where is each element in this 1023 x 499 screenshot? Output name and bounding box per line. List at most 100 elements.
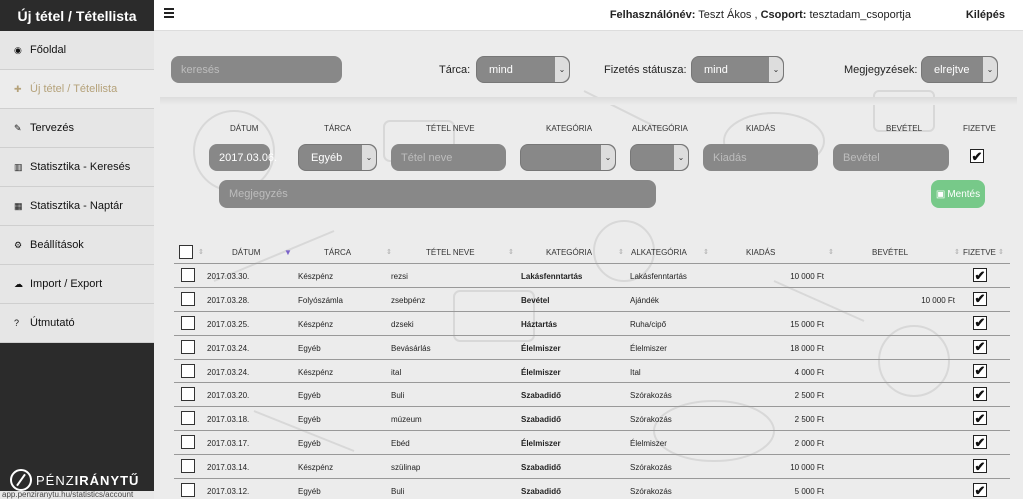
date-input[interactable]: 2017.03.06. [209,144,277,171]
sort-desc-icon[interactable]: ▼ [284,248,292,257]
paid-checkbox[interactable]: ✔ [970,149,984,163]
sort-icon[interactable]: ⇕ [508,248,514,256]
row-select-checkbox[interactable] [181,291,195,306]
sidebar-item-label: Beállítások [30,239,84,251]
table-row[interactable]: 2017.03.18. Egyéb múzeum Szabadidő Szórakozá… [174,407,1010,432]
payment-filter-select[interactable]: mind ⌄ [691,56,784,83]
hamburger-menu-icon[interactable] [164,8,174,20]
wallet-select-value: Egyéb [311,151,343,164]
sort-icon[interactable]: ⇕ [703,248,709,256]
row-paid-checkbox[interactable]: ✔ [973,315,987,330]
logout-link[interactable]: Kilépés [966,9,1005,21]
row-select-checkbox[interactable] [181,435,195,450]
row-paid-checkbox[interactable]: ✔ [973,459,987,474]
col-category[interactable]: KATEGÓRIA [546,248,592,257]
sidebar-item-5[interactable]: ⚙ Beállítások [0,226,154,265]
chevron-down-icon: ⌄ [769,57,783,82]
row-paid-checkbox[interactable]: ✔ [973,268,987,282]
notes-filter-select[interactable]: elrejtve ⌄ [921,56,998,83]
table-row[interactable]: 2017.03.20. Egyéb Buli Szabadidő Szórakozás 2… [174,383,1010,408]
sidebar-item-7[interactable]: ? Útmutató [0,304,154,343]
note-input[interactable]: Megjegyzés [219,180,656,208]
chevron-down-icon: ⌄ [601,145,615,170]
check-icon: ✔ [974,267,986,283]
form-header-date: DÁTUM [230,124,259,133]
dashboard-icon: ◉ [14,44,22,55]
sidebar-item-4[interactable]: ▦ Statisztika - Naptár [0,187,154,226]
logo-text-pénz: PÉNZ [36,472,75,488]
table-row[interactable]: 2017.03.17. Egyéb Ebéd Élelmiszer Élelmiszer… [174,431,1010,456]
row-paid-checkbox[interactable]: ✔ [973,387,987,402]
expense-input[interactable]: Kiadás [703,144,818,171]
subcategory-select[interactable]: ⌄ [630,144,689,171]
table-row[interactable]: 2017.03.25. Készpénz dzseki Háztartás Ruha/c… [174,312,1010,336]
income-input[interactable]: Bevétel [833,144,949,171]
row-paid-checkbox[interactable]: ✔ [973,363,987,379]
table-row[interactable]: 2017.03.28. Folyószámla zsebpénz Bevétel Ajá… [174,288,1010,312]
cell-date: 2017.03.14. [207,463,250,473]
row-select-checkbox[interactable] [181,483,195,498]
col-expense[interactable]: KIADÁS [746,248,775,257]
row-select-checkbox[interactable] [181,363,195,378]
row-select-checkbox[interactable] [181,459,195,474]
sort-icon[interactable]: ⇕ [954,248,960,256]
check-icon: ✔ [974,363,986,379]
wallet-select[interactable]: Egyéb ⌄ [298,144,377,171]
wallet-filter-label: Tárca: [439,64,471,76]
sidebar-item-1[interactable]: ✚ Új tétel / Tétellista [0,70,154,109]
table-header: ⇕ DÁTUM ▼ TÁRCA ⇕ TÉTEL NEVE ⇕ KATEGÓRIA… [174,241,1010,264]
sort-icon[interactable]: ⇕ [998,248,1004,256]
table-row[interactable]: 2017.03.24. Egyéb Bevásárlás Élelmiszer Élel… [174,336,1010,360]
row-select-checkbox[interactable] [181,339,195,354]
cell-subcategory: Szórakozás [630,391,672,401]
form-header-paid: FIZETVE [963,124,996,133]
row-select-checkbox[interactable] [181,387,195,402]
row-paid-checkbox[interactable]: ✔ [973,339,987,354]
sidebar-item-2[interactable]: ✎ Tervezés [0,109,154,148]
cell-item-name: Bevásárlás [391,343,431,353]
category-select[interactable]: ⌄ [520,144,616,171]
cell-category: Szabadidő [521,487,562,497]
save-button[interactable]: ▣ Mentés [931,180,985,208]
sidebar-item-label: Főoldal [30,44,67,56]
sidebar-item-3[interactable]: ▥ Statisztika - Keresés [0,148,154,187]
col-subcategory[interactable]: ALKATEGÓRIA [631,248,687,257]
col-wallet[interactable]: TÁRCA [324,248,351,257]
plus-icon: ✚ [14,83,22,94]
sort-icon[interactable]: ⇕ [386,248,392,256]
sidebar-item-label: Statisztika - Keresés [30,161,131,173]
sidebar-item-label: Import / Export [30,278,103,290]
check-icon: ✔ [974,291,986,307]
row-select-checkbox[interactable] [181,315,195,330]
row-select-checkbox[interactable] [181,268,195,282]
col-date[interactable]: DÁTUM [232,248,260,257]
search-input[interactable]: keresés [171,56,342,83]
table-row[interactable]: 2017.03.30. Készpénz rezsi Lakásfenntartás L… [174,264,1010,288]
cell-date: 2017.03.12. [207,487,250,497]
col-item-name[interactable]: TÉTEL NEVE [426,248,475,257]
sort-icon[interactable]: ⇕ [198,248,204,256]
table-row[interactable]: 2017.03.14. Készpénz szülinap Szabadidő Szór… [174,455,1010,480]
row-paid-checkbox[interactable]: ✔ [973,411,987,426]
sort-icon[interactable]: ⇕ [828,248,834,256]
cell-subcategory: Szórakozás [630,487,672,497]
row-paid-checkbox[interactable]: ✔ [973,483,987,498]
user-name: Teszt Ákos , [698,9,758,21]
item-name-input[interactable]: Tétel neve [391,144,506,171]
col-paid[interactable]: FIZETVE [963,248,996,257]
sidebar-item-6[interactable]: ☁ Import / Export [0,265,154,304]
cloud-upload-icon: ☁ [14,278,23,289]
sort-icon[interactable]: ⇕ [618,248,624,256]
logo-text-irányt: IRÁNYTŰ [74,472,140,488]
table-row[interactable]: 2017.03.12. Egyéb Buli Szabadidő Szórakozás 5… [174,479,1010,499]
table-row[interactable]: 2017.03.24. Készpénz ital Élelmiszer Ital 4 0… [174,360,1010,384]
sidebar-item-0[interactable]: ◉ Főoldal [0,31,154,70]
row-paid-checkbox[interactable]: ✔ [973,291,987,307]
app-logo[interactable]: PÉNZ IRÁNYTŰ [10,469,139,491]
row-paid-checkbox[interactable]: ✔ [973,435,987,450]
bar-chart-icon: ▥ [14,161,23,172]
col-income[interactable]: BEVÉTEL [872,248,908,257]
row-select-checkbox[interactable] [181,411,195,426]
select-all-checkbox[interactable] [179,245,193,259]
wallet-filter-select[interactable]: mind ⌄ [476,56,570,83]
